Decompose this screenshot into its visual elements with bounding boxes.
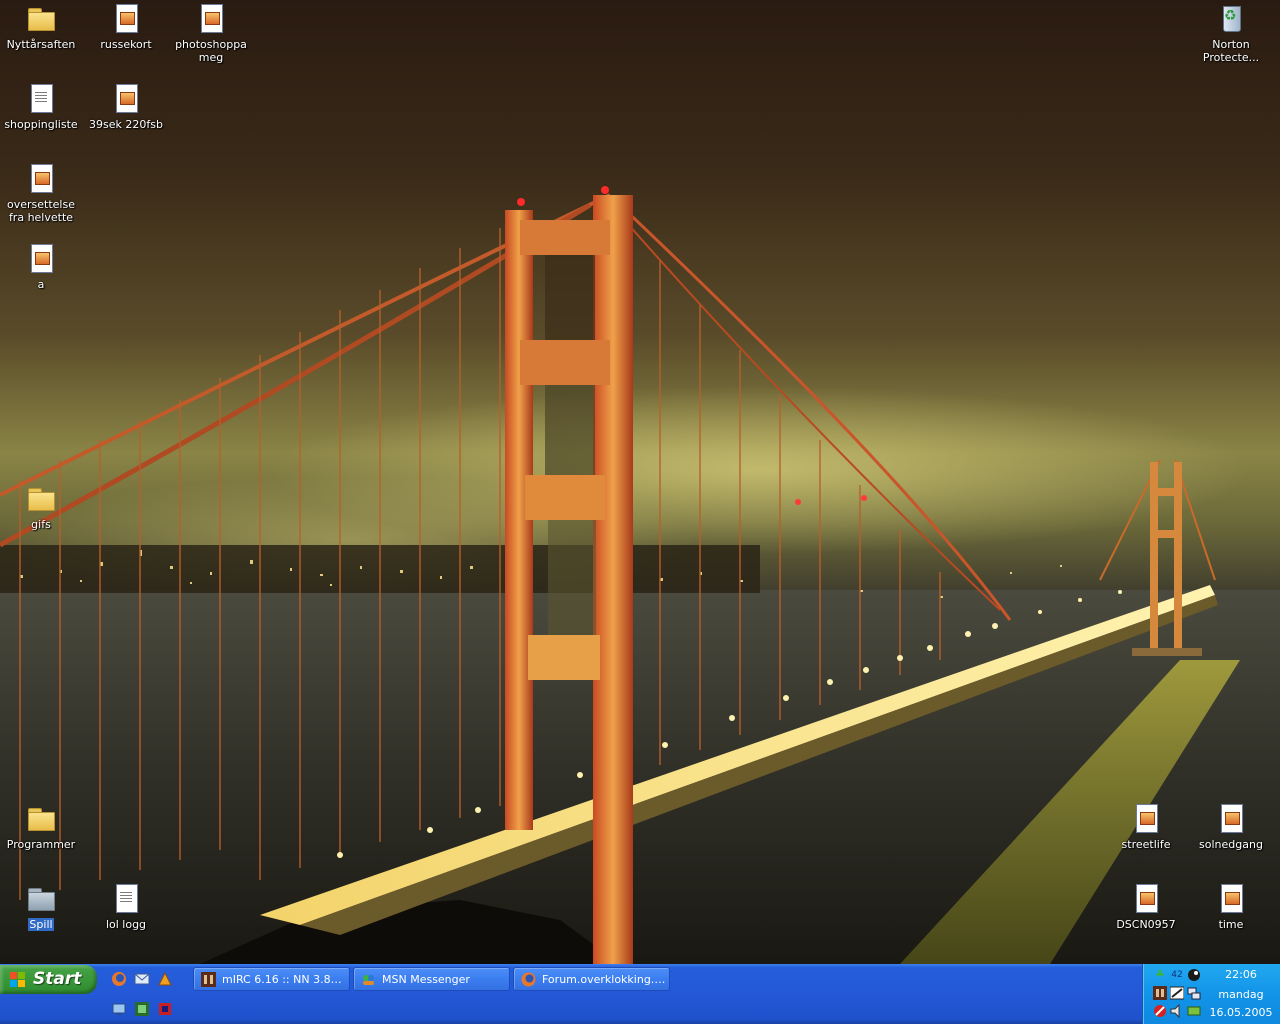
icon-label: solnedgang [1199,838,1263,851]
icon-label: 39sek 220fsb [89,118,163,131]
tray-badge[interactable]: 42 [1170,968,1184,982]
display-settings-icon[interactable] [1169,986,1185,1000]
desktop-icon-photoshoppa-meg[interactable]: photoshoppa meg [169,2,253,64]
folder-icon [25,482,57,514]
winamp-icon[interactable] [156,970,174,988]
task-label: mIRC 6.16 :: NN 3.81... [222,973,346,986]
desktop-icon-shoppingliste[interactable]: shoppingliste [0,82,83,131]
network-icon[interactable] [1187,986,1201,1000]
show-desktop-icon[interactable] [110,1000,128,1018]
steam-icon[interactable] [1187,968,1201,982]
clock-time[interactable]: 22:06 [1201,968,1280,981]
icon-label: Programmer [6,838,76,851]
app-icon[interactable] [133,1000,151,1018]
icon-label: shoppingliste [4,118,78,131]
icon-label: gifs [31,518,51,531]
msn-icon [361,972,376,987]
icon-label: a [37,278,45,291]
start-button[interactable]: Start [0,965,97,994]
desktop-icon-spill[interactable]: Spill [0,882,83,931]
image-file-icon [110,82,142,114]
image-file-icon [1215,882,1247,914]
firefox-icon [521,972,536,987]
desktop-icon-a[interactable]: a [0,242,83,291]
image-file-icon [110,2,142,34]
desktop-icon-39sek-220fsb[interactable]: 39sek 220fsb [84,82,168,131]
desktop-icon-solnedgang[interactable]: solnedgang [1189,802,1273,851]
text-file-icon [110,882,142,914]
desktop-icon-nyttarsaften[interactable]: Nyttårsaften [0,2,83,51]
taskbar-button-msn-messenger[interactable]: MSN Messenger [353,967,510,991]
icon-label: photoshoppa meg [175,38,247,64]
windows-logo-icon [10,972,26,988]
desktop-icon-time[interactable]: time [1189,882,1273,931]
icon-label: oversettelse fra helvette [7,198,75,224]
clock-day: mandag [1218,988,1264,1001]
task-label: MSN Messenger [382,973,470,986]
desktop-icon-norton-protected-recycle-bin[interactable]: Norton Protecte... [1189,2,1273,64]
icon-label: time [1218,918,1244,931]
icon-label: DSCN0957 [1116,918,1176,931]
clock-date: 16.05.2005 [1209,1006,1273,1019]
mirc-tray-icon[interactable] [1153,986,1167,1000]
start-label: Start [33,969,82,989]
taskbar-button-mirc[interactable]: mIRC 6.16 :: NN 3.81... [193,967,350,991]
firefox-icon[interactable] [110,970,128,988]
image-file-icon [1130,882,1162,914]
volume-icon[interactable] [1170,1003,1184,1019]
task-label: Forum.overklokking.n... [542,973,666,986]
image-file-icon [1215,802,1247,834]
desktop-icon-gifs[interactable]: gifs [0,482,83,531]
image-file-icon [195,2,227,34]
system-tray: ♣ 42 22:06 mandag 16.05.2005 [1142,964,1280,1024]
folder-icon [25,2,57,34]
taskbar-button-forum-firefox[interactable]: Forum.overklokking.n... [513,967,670,991]
icon-label: russekort [100,38,152,51]
image-file-icon [25,162,57,194]
game-icon[interactable] [156,1000,174,1018]
recycle-bin-icon [1215,2,1247,34]
desktop-icon-dscn0957[interactable]: DSCN0957 [1104,882,1188,931]
antivirus-icon[interactable] [1153,1004,1167,1018]
image-file-icon [1130,802,1162,834]
desktop-icon-lol-logg[interactable]: lol logg [84,882,168,931]
desktop-icon-programmer[interactable]: Programmer [0,802,83,851]
nvidia-icon[interactable] [1187,1004,1201,1018]
folder-icon [25,802,57,834]
icon-label: Nyttårsaften [6,38,76,51]
text-file-icon [25,82,57,114]
taskbar: Start mIRC 6.16 :: NN 3.81... MSN Messen… [0,964,1280,1024]
desktop[interactable]: Nyttårsaften russekort photoshoppa meg N… [0,0,1280,964]
email-icon[interactable] [133,970,151,988]
folder-icon [25,882,57,914]
desktop-icon-oversettelse-fra-helvette[interactable]: oversettelse fra helvette [0,162,83,224]
wallpaper-golden-gate-bridge [0,186,1280,964]
image-file-icon [25,242,57,274]
icon-label: Spill [28,918,54,931]
icon-label: Norton Protecte... [1202,38,1260,64]
icon-label: lol logg [105,918,147,931]
msn-status-icon[interactable]: ♣ [1153,968,1167,982]
icon-label: streetlife [1121,838,1171,851]
desktop-icon-streetlife[interactable]: streetlife [1104,802,1188,851]
mirc-icon [201,972,216,987]
desktop-icon-russekort[interactable]: russekort [84,2,168,51]
